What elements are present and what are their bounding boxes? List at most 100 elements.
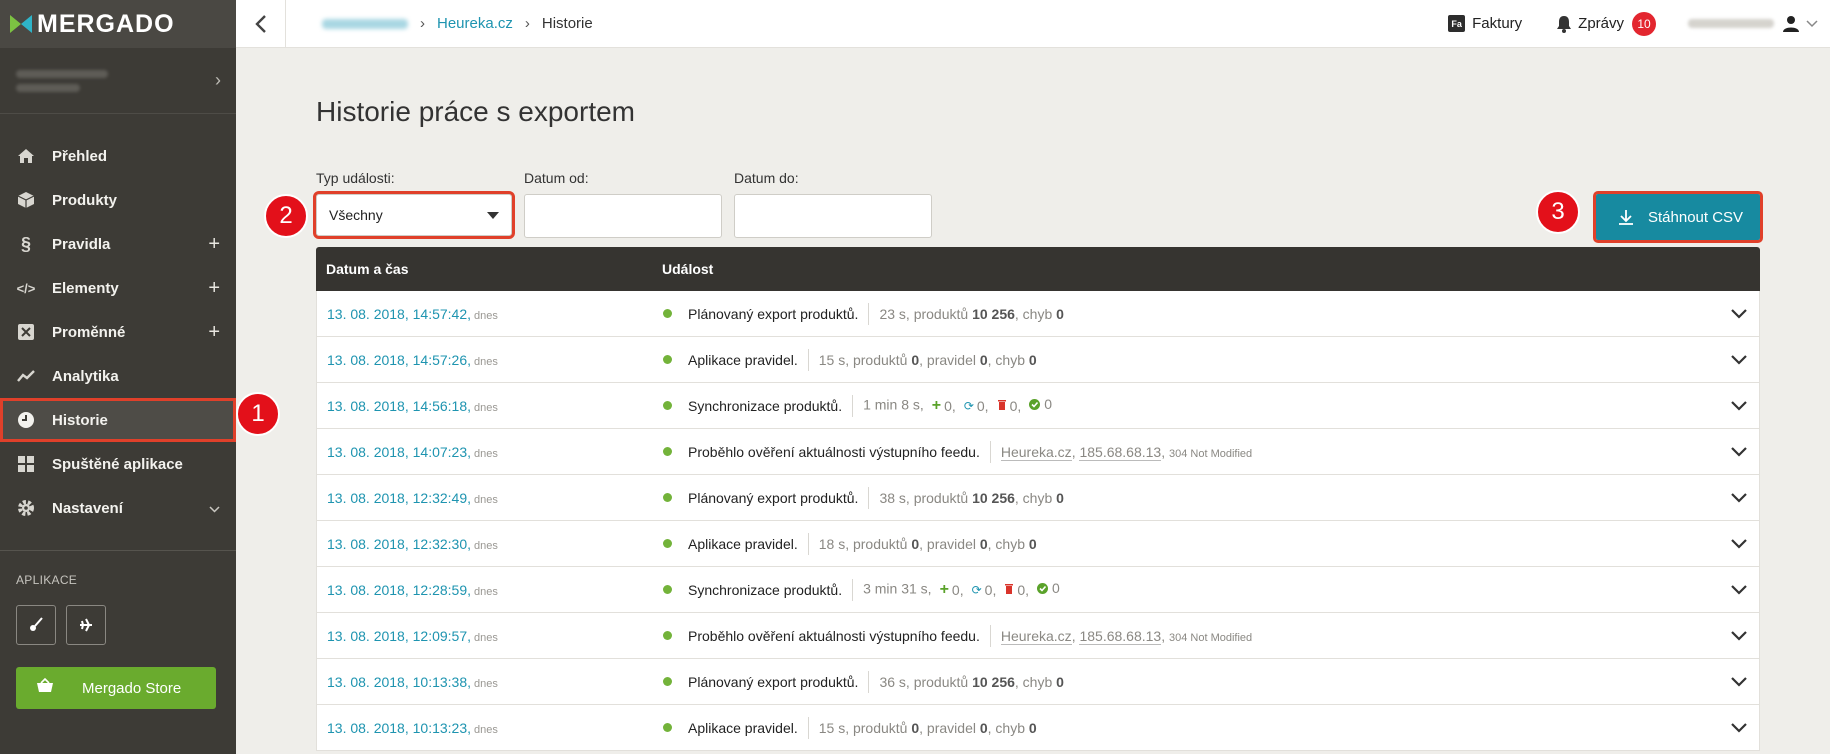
expand-chevron-icon[interactable]	[1719, 308, 1759, 319]
sidebar-item-elementy[interactable]: </> Elementy +	[0, 266, 236, 310]
sidebar-item-produkty[interactable]: Produkty	[0, 178, 236, 222]
detail-rules: 0	[979, 351, 988, 368]
detail-time: 23 s, produktů	[879, 305, 973, 322]
event-type-select[interactable]: Všechny	[313, 191, 515, 239]
variable-icon	[14, 322, 38, 342]
detail-ip: 185.68.68.13	[1079, 627, 1162, 645]
detail-products: 0	[911, 351, 920, 368]
status-dot-icon	[663, 585, 672, 594]
back-button[interactable]	[236, 0, 286, 48]
plus-icon[interactable]: +	[208, 321, 220, 344]
download-csv-button[interactable]: Stáhnout CSV	[1593, 191, 1763, 243]
table-row[interactable]: 13. 08. 2018, 12:32:49, dnes Plánovaný exp…	[316, 475, 1760, 521]
row-event-cell: Plánovaný export produktů. 36 s, produktů…	[663, 670, 1719, 693]
row-today-label: dnes	[474, 631, 498, 644]
detail-rules: 0	[979, 535, 988, 552]
table-row[interactable]: 13. 08. 2018, 10:13:38, dnes Plánovaný exp…	[316, 659, 1760, 705]
plane-app-icon[interactable]	[66, 605, 106, 645]
detail-time: 18 s, produktů	[818, 535, 912, 552]
detail-products: 10 256	[972, 305, 1015, 322]
expand-chevron-icon[interactable]	[1719, 492, 1759, 503]
breadcrumb-heureka[interactable]: Heureka.cz	[437, 15, 513, 32]
table-row[interactable]: 13. 08. 2018, 14:56:18, dnes Synchronizace…	[316, 383, 1760, 429]
sidebar-item-spuštěné-aplikace[interactable]: Spuštěné aplikace	[0, 442, 236, 486]
chart-icon	[14, 366, 38, 386]
table-row[interactable]: 13. 08. 2018, 14:57:26, dnes Aplikace prav…	[316, 337, 1760, 383]
detail-errors-label: , chyb	[987, 719, 1029, 736]
row-event-detail: 1 min 8 s, +0, ⟳ 0, 0, 0	[863, 396, 1052, 415]
store-label: Mergado Store	[82, 679, 182, 697]
row-today-label: dnes	[474, 447, 498, 460]
date-to-input[interactable]	[734, 194, 932, 238]
table-row[interactable]: 13. 08. 2018, 12:28:59, dnes Synchronizace…	[316, 567, 1760, 613]
detail-rules-label: , pravidel	[919, 719, 980, 736]
row-date-cell: 13. 08. 2018, 14:57:26, dnes	[317, 352, 663, 368]
detail-errors: 0	[1056, 489, 1064, 506]
expand-chevron-icon[interactable]	[1719, 722, 1759, 733]
stat-synced-value: 0,	[984, 581, 997, 598]
detail-products: 10 256	[972, 673, 1015, 690]
sidebar-item-pravidla[interactable]: § Pravidla +	[0, 222, 236, 266]
sidebar-item-analytika[interactable]: Analytika	[0, 354, 236, 398]
expand-chevron-icon[interactable]	[1719, 400, 1759, 411]
detail-time: 15 s, produktů	[818, 719, 912, 736]
row-separator	[852, 394, 854, 417]
date-to-label: Datum do:	[734, 170, 799, 186]
main-content: Historie práce s exportem Typ události: …	[236, 48, 1830, 754]
row-event-detail: 36 s, produktů 10 256, chyb 0	[879, 674, 1064, 690]
user-name-redacted[interactable]	[1688, 19, 1774, 28]
stat-deleted: 0,	[997, 398, 1021, 414]
status-dot-icon	[663, 493, 672, 502]
breadcrumb-separator: ›	[524, 15, 530, 32]
sidebar-item-proměnné[interactable]: Proměnné +	[0, 310, 236, 354]
row-today-label: dnes	[474, 493, 498, 506]
table-row[interactable]: 13. 08. 2018, 10:13:23, dnes Aplikace prav…	[316, 705, 1760, 751]
table-row[interactable]: 13. 08. 2018, 12:32:30, dnes Aplikace prav…	[316, 521, 1760, 567]
expand-chevron-icon[interactable]	[1719, 630, 1759, 641]
row-date-link: 13. 08. 2018, 10:13:38,	[327, 673, 472, 690]
mergado-store-button[interactable]: Mergado Store	[16, 667, 216, 709]
sidebar-item-přehled[interactable]: Přehled	[0, 134, 236, 178]
expand-chevron-icon[interactable]	[1719, 446, 1759, 457]
brush-app-icon[interactable]	[16, 605, 56, 645]
table-row[interactable]: 13. 08. 2018, 14:07:23, dnes Proběhlo ověř…	[316, 429, 1760, 475]
paragraph-icon: §	[20, 233, 31, 254]
detail-errors-label: , chyb	[987, 535, 1029, 552]
mergado-logo[interactable]: MERGADO	[0, 0, 236, 48]
table-row[interactable]: 13. 08. 2018, 12:09:57, dnes Proběhlo ověř…	[316, 613, 1760, 659]
row-date-link: 13. 08. 2018, 14:57:42,	[327, 305, 472, 322]
project-switcher[interactable]: ›	[0, 48, 236, 114]
expand-chevron-icon[interactable]	[1719, 538, 1759, 549]
plus-icon[interactable]: +	[208, 277, 220, 300]
messages-link[interactable]: Zprávy 10	[1556, 11, 1656, 36]
status-dot-icon	[663, 677, 672, 686]
row-event-name: Aplikace pravidel.	[688, 351, 798, 368]
date-from-input[interactable]	[524, 194, 722, 238]
detail-time: 38 s, produktů	[879, 489, 973, 506]
sidebar-item-label: Nastavení	[52, 499, 123, 517]
invoices-link[interactable]: Fa Faktury	[1448, 15, 1522, 32]
expand-chevron-icon[interactable]	[1719, 584, 1759, 595]
detail-errors: 0	[1028, 535, 1037, 552]
sidebar-item-nastavení[interactable]: Nastavení	[0, 486, 236, 530]
sidebar-item-historie[interactable]: Historie	[0, 398, 236, 442]
date-from-filter: Datum od:	[524, 170, 722, 238]
row-separator	[868, 486, 870, 509]
table-row[interactable]: 13. 08. 2018, 14:57:42, dnes Plánovaný exp…	[316, 291, 1760, 337]
event-type-label: Typ události:	[316, 170, 395, 186]
check-icon	[1037, 582, 1049, 594]
invoice-icon: Fa	[1448, 15, 1466, 32]
plus-icon[interactable]: +	[208, 233, 220, 256]
expand-chevron-icon[interactable]	[1719, 676, 1759, 687]
breadcrumb-project-redacted[interactable]	[322, 18, 408, 29]
row-date-cell: 13. 08. 2018, 14:56:18, dnes	[317, 398, 663, 414]
grid-icon	[14, 454, 38, 474]
row-date-link: 13. 08. 2018, 12:32:49,	[327, 489, 472, 506]
table-header: Datum a čas Událost	[316, 247, 1760, 291]
chevron-left-icon	[254, 14, 266, 33]
status-dot-icon	[663, 723, 672, 732]
topbar-actions: Fa Faktury Zprávy 10	[1414, 0, 1830, 48]
row-date-cell: 13. 08. 2018, 14:57:42, dnes	[317, 306, 663, 322]
expand-chevron-icon[interactable]	[1719, 354, 1759, 365]
sidebar-item-label: Analytika	[52, 367, 119, 385]
